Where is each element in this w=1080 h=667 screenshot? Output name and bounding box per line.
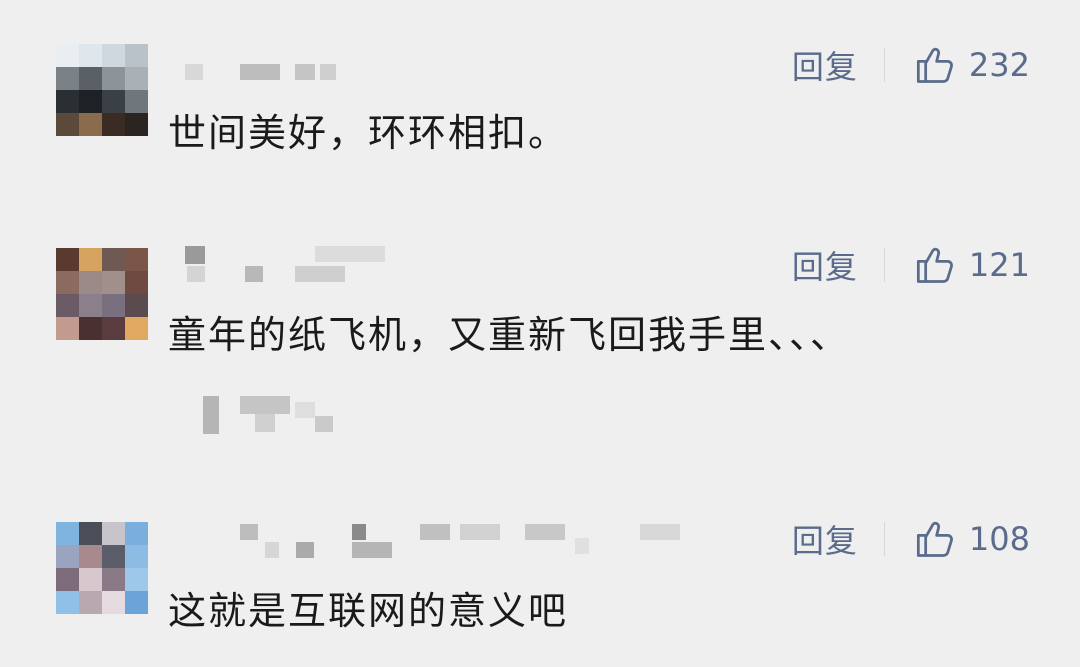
comment-actions: 回复 108 (792, 514, 1030, 564)
avatar[interactable] (56, 522, 148, 614)
divider (883, 522, 885, 556)
username-blurred[interactable] (240, 524, 690, 564)
comment-item: 这就是互联网的意义吧 回复 108 (0, 0, 1080, 640)
comment-text: 这就是互联网的意义吧 (168, 589, 569, 633)
reply-button[interactable]: 回复 (792, 516, 858, 562)
like-button[interactable]: 108 (911, 517, 1030, 561)
thumbs-up-icon (911, 517, 955, 561)
like-count: 108 (968, 520, 1030, 558)
